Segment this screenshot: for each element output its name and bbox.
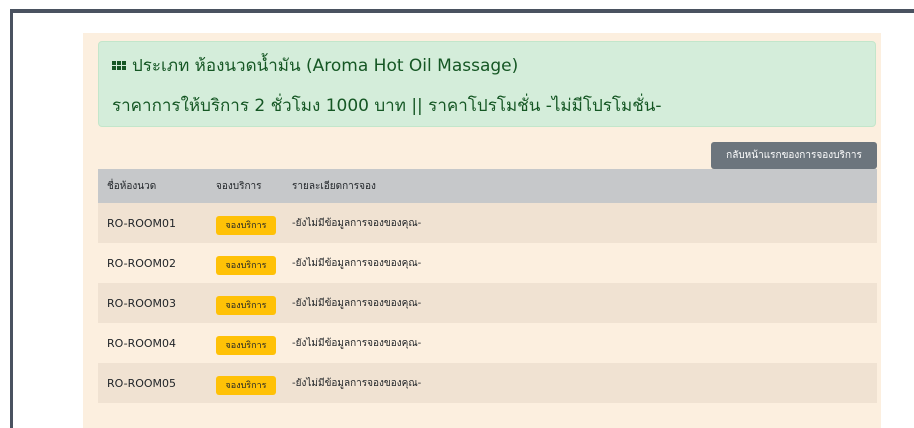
booking-detail-cell: -ยังไม่มีข้อมูลการจองของคุณ- [292, 337, 422, 349]
booking-detail-cell: -ยังไม่มีข้อมูลการจองของคุณ- [292, 297, 422, 309]
room-type-text: ประเภท ห้องนวดน้ำมัน (Aroma Hot Oil Mass… [132, 56, 519, 76]
window-frame-top [10, 9, 914, 13]
table-header-row: ชื่อห้องนวด จองบริการ รายละเอียดการจอง [98, 169, 877, 203]
room-name-cell: RO-ROOM04 [107, 336, 177, 350]
book-service-button[interactable]: จองบริการ [216, 255, 276, 275]
table-row: RO-ROOM05 จองบริการ -ยังไม่มีข้อมูลการจอ… [98, 363, 877, 403]
room-name-cell: RO-ROOM01 [107, 216, 177, 230]
room-type-heading: ประเภท ห้องนวดน้ำมัน (Aroma Hot Oil Mass… [112, 52, 518, 79]
booking-detail-cell: -ยังไม่มีข้อมูลการจองของคุณ- [292, 257, 422, 269]
back-to-booking-home-button[interactable]: กลับหน้าแรกของการจองบริการ [711, 142, 877, 169]
room-name-cell: RO-ROOM02 [107, 256, 177, 270]
grid-icon [112, 61, 126, 70]
price-text: ราคาการให้บริการ 2 ชั่วโมง 1000 บาท || ร… [112, 96, 662, 116]
table-row: RO-ROOM02 จองบริการ -ยังไม่มีข้อมูลการจอ… [98, 243, 877, 283]
table-row: RO-ROOM04 จองบริการ -ยังไม่มีข้อมูลการจอ… [98, 323, 877, 363]
booking-detail-cell: -ยังไม่มีข้อมูลการจองของคุณ- [292, 217, 422, 229]
table-row: RO-ROOM01 จองบริการ -ยังไม่มีข้อมูลการจอ… [98, 203, 877, 243]
room-name-cell: RO-ROOM03 [107, 296, 177, 310]
room-type-alert: ประเภท ห้องนวดน้ำมัน (Aroma Hot Oil Mass… [98, 41, 876, 127]
booking-detail-cell: -ยังไม่มีข้อมูลการจองของคุณ- [292, 377, 422, 389]
book-service-button[interactable]: จองบริการ [216, 375, 276, 395]
room-name-cell: RO-ROOM05 [107, 376, 177, 390]
book-service-button[interactable]: จองบริการ [216, 215, 276, 235]
column-header-book: จองบริการ [216, 180, 262, 192]
book-service-button[interactable]: จองบริการ [216, 335, 276, 355]
column-header-detail: รายละเอียดการจอง [292, 180, 376, 192]
column-header-room-name: ชื่อห้องนวด [107, 180, 157, 192]
window-frame-left [10, 9, 13, 428]
book-service-button[interactable]: จองบริการ [216, 295, 276, 315]
room-booking-table: ชื่อห้องนวด จองบริการ รายละเอียดการจอง R… [98, 169, 877, 403]
table-row: RO-ROOM03 จองบริการ -ยังไม่มีข้อมูลการจอ… [98, 283, 877, 323]
